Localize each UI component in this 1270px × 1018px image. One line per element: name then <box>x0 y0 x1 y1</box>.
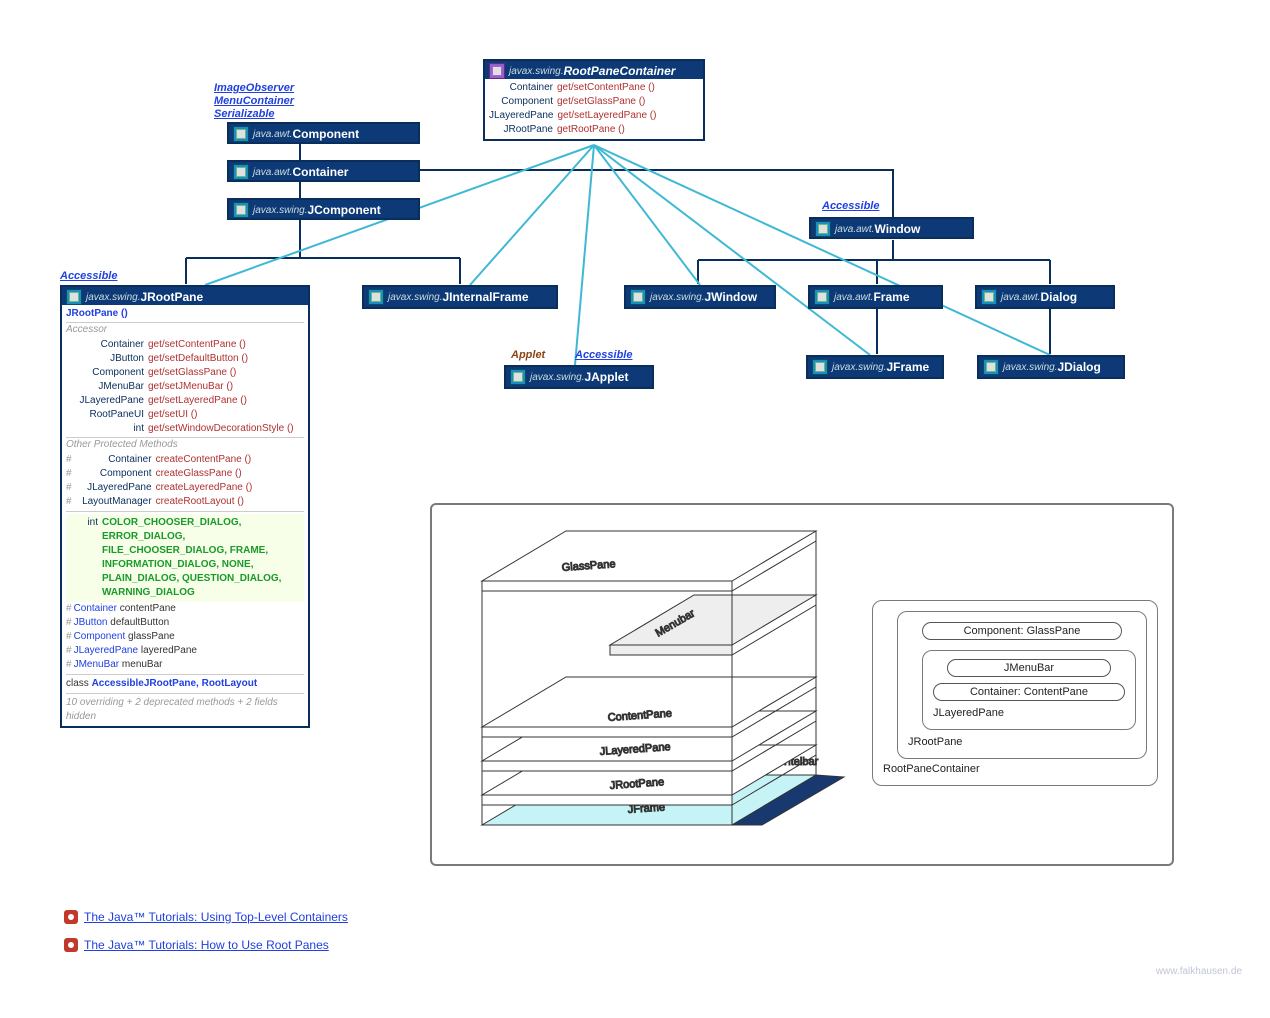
tutorial-link-1[interactable]: The Java™ Tutorials: Using Top-Level Con… <box>64 910 348 924</box>
pill-jmenubar: JMenuBar <box>947 659 1111 677</box>
class-jrootpane[interactable]: javax.swing.JRootPane <box>60 285 310 307</box>
class-jframe[interactable]: javax.swing.JFrame <box>806 355 944 379</box>
label-imageobserver[interactable]: ImageObserver MenuContainer Serializable <box>214 82 294 121</box>
class-icon <box>233 126 249 142</box>
class-container[interactable]: java.awt.Container <box>227 160 420 182</box>
class-icon <box>510 369 526 385</box>
class-dialog[interactable]: java.awt.Dialog <box>975 285 1115 309</box>
pill-glasspane: Component: GlassPane <box>922 622 1122 640</box>
class-jdialog[interactable]: javax.swing.JDialog <box>977 355 1125 379</box>
class-icon <box>815 221 831 237</box>
oracle-icon <box>64 910 78 924</box>
label-applet[interactable]: Applet <box>511 349 545 362</box>
layers-3d: JFrame Titelbar JRootPane JLayeredPane C… <box>442 513 872 858</box>
class-jcomponent[interactable]: javax.swing.JComponent <box>227 198 420 220</box>
class-icon <box>233 164 249 180</box>
class-icon <box>233 202 249 218</box>
label-accessible-window[interactable]: Accessible <box>822 200 879 213</box>
class-rootpanecontainer-body: Containerget/setContentPane ()Componentg… <box>483 79 705 141</box>
illustration-frame: JFrame Titelbar JRootPane JLayeredPane C… <box>430 503 1174 866</box>
class-jwindow[interactable]: javax.swing.JWindow <box>624 285 776 309</box>
class-component[interactable]: java.awt.Component <box>227 122 420 144</box>
tutorial-link-2[interactable]: The Java™ Tutorials: How to Use Root Pan… <box>64 938 329 952</box>
class-icon <box>983 359 999 375</box>
footer-url[interactable]: www.falkhausen.de <box>1156 966 1242 977</box>
class-japplet[interactable]: javax.swing.JApplet <box>504 365 654 389</box>
class-window[interactable]: java.awt.Window <box>809 217 974 239</box>
class-icon <box>66 289 82 305</box>
class-icon <box>630 289 646 305</box>
nested-diagram: Component: GlassPane JMenuBar Container:… <box>872 600 1158 786</box>
oracle-icon <box>64 938 78 952</box>
class-jrootpane-body: JRootPane ()AccessorContainerget/setCont… <box>60 305 310 728</box>
class-icon <box>368 289 384 305</box>
label-accessible-japplet[interactable]: Accessible <box>575 349 632 362</box>
class-jinternalframe[interactable]: javax.swing.JInternalFrame <box>362 285 558 309</box>
class-icon <box>981 289 997 305</box>
class-icon <box>814 289 830 305</box>
class-frame[interactable]: java.awt.Frame <box>808 285 943 309</box>
class-rootpanecontainer[interactable]: javax.swing. RootPaneContainer <box>483 59 705 81</box>
class-icon <box>812 359 828 375</box>
interface-icon <box>489 63 505 79</box>
pill-contentpane: Container: ContentPane <box>933 683 1125 701</box>
label-accessible-jrootpane[interactable]: Accessible <box>60 270 117 283</box>
